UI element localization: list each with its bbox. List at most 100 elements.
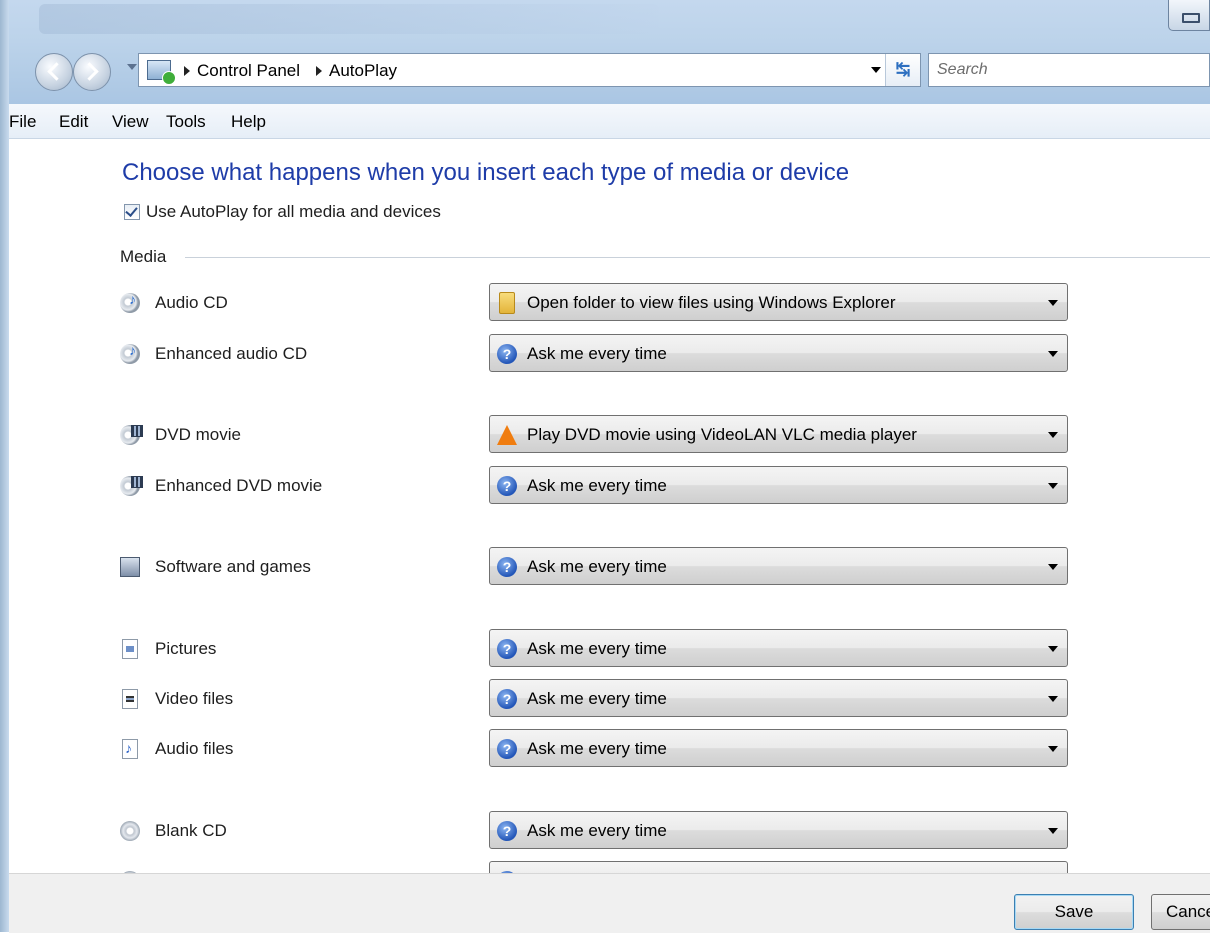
search-box[interactable]	[928, 53, 1210, 87]
chevron-down-icon	[1048, 300, 1058, 306]
media-row-software-games: Software and games ? Ask me every time	[9, 547, 1210, 587]
dropdown-selected-value: Play DVD movie using VideoLAN VLC media …	[527, 425, 917, 444]
video-files-icon	[122, 689, 138, 709]
enhanced-dvd-movie-icon	[120, 476, 143, 496]
search-input[interactable]	[929, 54, 1209, 86]
pictures-icon	[122, 639, 138, 659]
cancel-button[interactable]: Cancel	[1151, 894, 1210, 930]
media-row-enhanced-audio-cd: Enhanced audio CD ? Ask me every time	[9, 334, 1210, 374]
dropdown-selected-value: Ask me every time	[527, 476, 667, 495]
chevron-down-icon	[1048, 483, 1058, 489]
enhanced-audio-cd-action-dropdown[interactable]: ? Ask me every time	[489, 334, 1068, 372]
refresh-button[interactable]: ↹	[885, 54, 920, 86]
address-bar[interactable]: Control Panel AutoPlay ↹	[138, 53, 921, 87]
dropdown-selected-value: Ask me every time	[527, 344, 667, 363]
button-bar: Save Cancel	[9, 873, 1210, 933]
pictures-action-dropdown[interactable]: ? Ask me every time	[489, 629, 1068, 667]
enhanced-dvd-movie-action-dropdown[interactable]: ? Ask me every time	[489, 466, 1068, 504]
control-panel-icon	[147, 60, 176, 85]
dropdown-selected-value: Ask me every time	[527, 689, 667, 708]
vlc-icon	[497, 425, 517, 445]
media-row-enhanced-dvd-movie: Enhanced DVD movie ? Ask me every time	[9, 466, 1210, 506]
media-row-video-files: Video files ? Ask me every time	[9, 679, 1210, 719]
media-section-label: Media	[120, 247, 167, 266]
breadcrumb-control-panel[interactable]: Control Panel	[197, 61, 300, 81]
enhanced-audio-cd-icon	[120, 342, 140, 364]
software-games-action-dropdown[interactable]: ? Ask me every time	[489, 547, 1068, 585]
media-row-label: Pictures	[155, 639, 217, 658]
help-icon: ?	[497, 344, 517, 364]
media-row-label: Audio CD	[155, 293, 228, 312]
title-bar-blur	[39, 4, 659, 34]
page-title: Choose what happens when you insert each…	[122, 159, 850, 186]
dropdown-selected-value: Ask me every time	[527, 739, 667, 758]
chevron-down-icon	[1048, 432, 1058, 438]
use-autoplay-option[interactable]: Use AutoPlay for all media and devices	[124, 202, 441, 222]
partial-action-dropdown[interactable]	[489, 861, 1068, 873]
audio-files-icon	[122, 739, 138, 759]
software-games-icon	[120, 557, 140, 577]
back-button[interactable]	[35, 53, 73, 91]
menu-bar: File Edit View Tools Help	[9, 104, 1210, 139]
help-icon: ?	[497, 639, 517, 659]
menu-file[interactable]: File	[9, 112, 36, 132]
blank-cd-icon	[120, 821, 140, 841]
media-row-label: Enhanced audio CD	[155, 344, 308, 363]
breadcrumb-arrow-icon[interactable]	[316, 66, 322, 76]
chevron-down-icon	[1048, 351, 1058, 357]
media-row-label: Software and games	[155, 557, 311, 576]
audio-cd-action-dropdown[interactable]: Open folder to view files using Windows …	[489, 283, 1068, 321]
forward-button[interactable]	[73, 53, 111, 91]
chevron-down-icon	[1048, 646, 1058, 652]
media-row-label: Blank CD	[155, 821, 227, 840]
media-row-label: Video files	[155, 689, 234, 708]
chevron-down-icon	[1048, 696, 1058, 702]
recent-pages-dropdown[interactable]	[127, 64, 137, 70]
media-row-label: Audio files	[155, 739, 234, 758]
dropdown-selected-value: Open folder to view files using Windows …	[527, 293, 896, 312]
window-left-edge	[0, 0, 9, 932]
audio-files-action-dropdown[interactable]: ? Ask me every time	[489, 729, 1068, 767]
video-files-action-dropdown[interactable]: ? Ask me every time	[489, 679, 1068, 717]
restore-button[interactable]	[1168, 0, 1210, 31]
menu-edit[interactable]: Edit	[59, 112, 88, 132]
media-row-partial	[9, 861, 1210, 873]
menu-tools[interactable]: Tools	[166, 112, 206, 132]
chevron-down-icon	[1048, 564, 1058, 570]
dvd-movie-icon	[120, 425, 143, 445]
address-dropdown-button[interactable]	[866, 54, 886, 86]
dropdown-selected-value: Ask me every time	[527, 821, 667, 840]
media-row-pictures: Pictures ? Ask me every time	[9, 629, 1210, 669]
section-divider	[185, 257, 1210, 258]
dropdown-selected-value: Ask me every time	[527, 639, 667, 658]
menu-view[interactable]: View	[112, 112, 149, 132]
menu-help[interactable]: Help	[231, 112, 266, 132]
folder-icon	[499, 292, 515, 314]
audio-cd-icon	[120, 291, 140, 313]
help-icon: ?	[497, 476, 517, 496]
title-bar	[9, 0, 1210, 104]
help-icon: ?	[497, 557, 517, 577]
use-autoplay-checkbox[interactable]	[124, 204, 140, 220]
dropdown-selected-value: Ask me every time	[527, 557, 667, 576]
media-row-label: Enhanced DVD movie	[155, 476, 323, 495]
help-icon: ?	[497, 821, 517, 841]
media-row-label: DVD movie	[155, 425, 241, 444]
use-autoplay-label[interactable]: Use AutoPlay for all media and devices	[146, 202, 441, 222]
chevron-down-icon	[1048, 828, 1058, 834]
media-row-dvd-movie: DVD movie Play DVD movie using VideoLAN …	[9, 415, 1210, 455]
breadcrumb-autoplay[interactable]: AutoPlay	[329, 61, 397, 81]
restore-icon	[1182, 13, 1200, 23]
dvd-movie-action-dropdown[interactable]: Play DVD movie using VideoLAN VLC media …	[489, 415, 1068, 453]
blank-cd-action-dropdown[interactable]: ? Ask me every time	[489, 811, 1068, 849]
save-button[interactable]: Save	[1014, 894, 1134, 930]
breadcrumb-arrow-icon[interactable]	[184, 66, 190, 76]
chevron-down-icon	[1048, 746, 1058, 752]
autoplay-content: Choose what happens when you insert each…	[9, 139, 1210, 873]
media-row-blank-cd: Blank CD ? Ask me every time	[9, 811, 1210, 851]
help-icon: ?	[497, 689, 517, 709]
media-row-audio-files: Audio files ? Ask me every time	[9, 729, 1210, 769]
refresh-icon: ↹	[895, 59, 911, 79]
media-row-audio-cd: Audio CD Open folder to view files using…	[9, 283, 1210, 323]
help-icon: ?	[497, 739, 517, 759]
